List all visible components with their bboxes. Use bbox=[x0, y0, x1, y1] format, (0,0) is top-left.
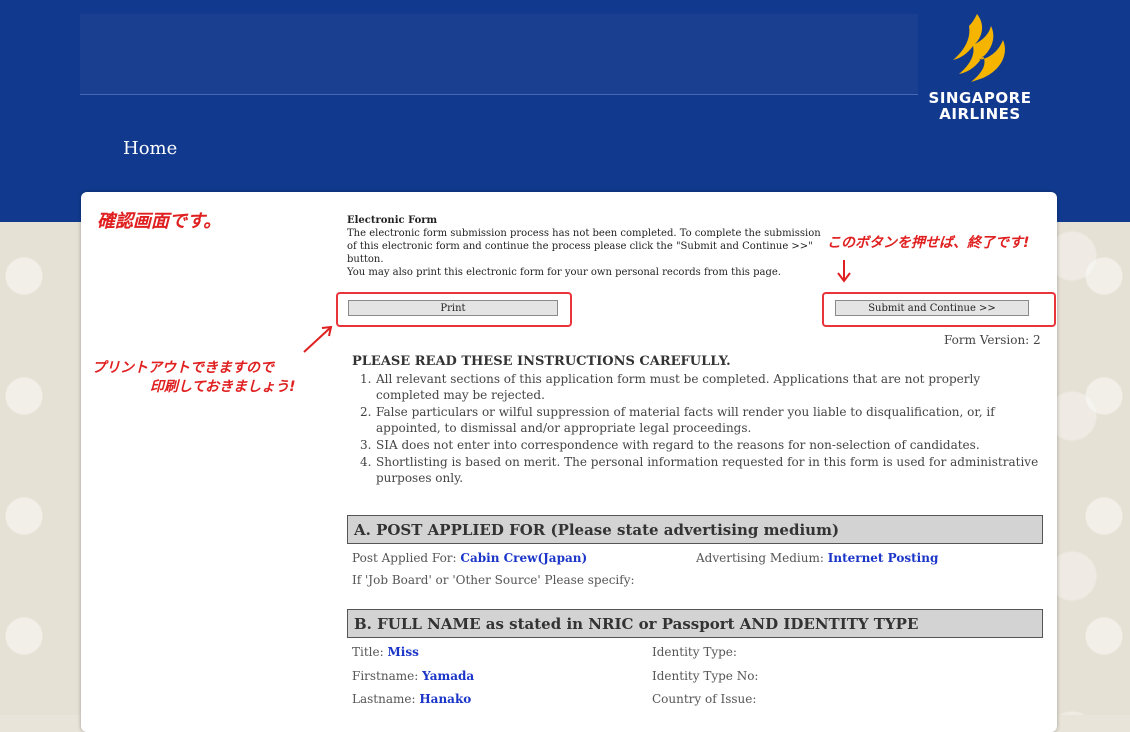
instruction-item: 1. All relevant sections of this applicat… bbox=[360, 372, 981, 402]
annotation-print-note-line2: 印刷しておきましょう! bbox=[150, 379, 296, 395]
logo-wordmark: SINGAPORE AIRLINES bbox=[925, 90, 1035, 122]
post-applied-field: Post Applied For: Cabin Crew(Japan) bbox=[352, 551, 587, 565]
advertising-medium-label: Advertising Medium: bbox=[696, 551, 824, 565]
intro-body: The electronic form submission process h… bbox=[347, 228, 821, 265]
instructions-title: PLEASE READ THESE INSTRUCTIONS CAREFULLY… bbox=[352, 354, 731, 369]
firstname-value: Yamada bbox=[422, 669, 475, 683]
lastname-label: Lastname: bbox=[352, 692, 416, 706]
post-applied-value: Cabin Crew(Japan) bbox=[460, 551, 588, 565]
section-b-heading: B. FULL NAME as stated in NRIC or Passpo… bbox=[347, 609, 1043, 638]
logo-line-1: SINGAPORE bbox=[928, 89, 1032, 107]
annotation-print-note-line1: プリントアウトできますので bbox=[92, 360, 274, 376]
title-field: Title: Miss bbox=[352, 645, 419, 659]
annotation-confirm-screen: 確認画面です。 bbox=[97, 211, 222, 232]
arrow-to-print-icon bbox=[303, 325, 333, 353]
identity-type-label: Identity Type: bbox=[652, 645, 737, 659]
kris-bird-icon bbox=[953, 14, 1005, 82]
intro-print-text: You may also print this electronic form … bbox=[347, 267, 781, 278]
logo-line-2: AIRLINES bbox=[939, 105, 1021, 123]
instruction-item: 4. Shortlisting is based on merit. The pe… bbox=[360, 455, 1039, 485]
title-value: Miss bbox=[387, 645, 419, 659]
title-label: Title: bbox=[352, 645, 384, 659]
country-of-issue-label: Country of Issue: bbox=[652, 692, 757, 706]
header-banner bbox=[80, 14, 918, 95]
intro-text: Electronic Form The electronic form subm… bbox=[347, 214, 827, 279]
post-applied-label: Post Applied For: bbox=[352, 551, 457, 565]
singapore-airlines-logo[interactable]: SINGAPORE AIRLINES bbox=[925, 10, 1045, 150]
specify-source-label: If 'Job Board' or 'Other Source' Please … bbox=[352, 573, 635, 587]
intro-title: Electronic Form bbox=[347, 215, 438, 226]
annotation-submit-note: このボタンを押せば、終了です! bbox=[827, 235, 1030, 251]
advertising-medium-value: Internet Posting bbox=[827, 551, 939, 565]
lastname-value: Hanako bbox=[419, 692, 472, 706]
form-version: Form Version: 2 bbox=[944, 333, 1041, 347]
instruction-item: 2. False particulars or wilful suppressio… bbox=[360, 405, 995, 435]
identity-type-no-label: Identity Type No: bbox=[652, 669, 759, 683]
firstname-label: Firstname: bbox=[352, 669, 419, 683]
submit-continue-button[interactable]: Submit and Continue >> bbox=[835, 300, 1029, 316]
site-header: SINGAPORE AIRLINES Home bbox=[0, 0, 1130, 222]
section-a-heading: A. POST APPLIED FOR (Please state advert… bbox=[347, 515, 1043, 544]
advertising-medium-field: Advertising Medium: Internet Posting bbox=[696, 551, 938, 565]
arrow-down-to-submit-icon bbox=[837, 260, 851, 283]
firstname-field: Firstname: Yamada bbox=[352, 669, 474, 683]
home-link[interactable]: Home bbox=[123, 138, 177, 159]
lastname-field: Lastname: Hanako bbox=[352, 692, 471, 706]
instruction-item: 3. SIA does not enter into correspondence… bbox=[360, 438, 980, 452]
print-button[interactable]: Print bbox=[348, 300, 558, 316]
instructions-list: 1. All relevant sections of this applicat… bbox=[352, 371, 1042, 487]
